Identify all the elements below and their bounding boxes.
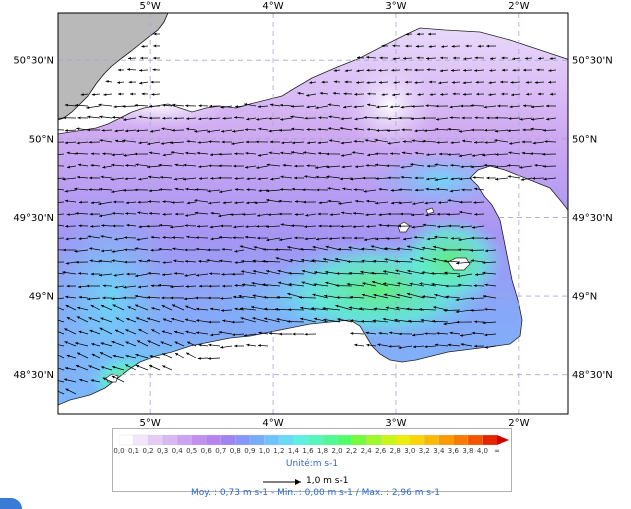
colorbar-tick-label: ∞ xyxy=(494,447,500,455)
colorbar-swatch xyxy=(133,434,149,446)
colorbar-swatch xyxy=(409,434,425,446)
colorbar-tick-label: 1,2 xyxy=(273,447,285,455)
latitude-label: 50°N xyxy=(572,134,597,145)
colorbar-tick-label: 0,6 xyxy=(200,447,212,455)
current-vector-head xyxy=(51,177,54,180)
colorbar-swatch xyxy=(278,434,295,446)
colorbar-tick-label: 2,8 xyxy=(389,447,401,455)
current-vector-head xyxy=(53,389,56,392)
longitude-labels-top: 5°W 4°W 3°W 2°W xyxy=(140,1,530,12)
colorbar-tick-label: 0,4 xyxy=(171,447,183,455)
latitude-label: 50°30'N xyxy=(13,56,54,67)
colorbar-swatch xyxy=(336,434,353,446)
current-map: 5°W 4°W 3°W 2°W 5°W 4°W 3°W 2°W 50°30'N 50°N 49°… xyxy=(13,1,613,429)
colorbar-tick-label: 2,4 xyxy=(360,447,372,455)
colorbar-tick-label: 2,6 xyxy=(375,447,387,455)
colorbar-tick-label: 0,2 xyxy=(142,447,154,455)
colorbar-tick-label: 3,2 xyxy=(418,447,430,455)
colorbar-tick-label: 0,1 xyxy=(127,447,140,455)
current-vector-head xyxy=(54,128,57,131)
colorbar-tick-label: 1,8 xyxy=(316,447,329,455)
colorbar-swatch xyxy=(453,434,469,446)
latitude-label: 49°N xyxy=(572,292,597,303)
current-vector-head xyxy=(52,329,55,332)
colorbar-tick-label: 1,0 xyxy=(258,447,270,455)
colorbar-tick-label: 0,7 xyxy=(215,447,227,455)
colorbar-swatch xyxy=(220,434,236,446)
current-vector-head xyxy=(51,117,54,120)
legend-panel: 0,0 0,1 0,2 0,3 0,4 0,5 0,6 0,7 0,8 0,9 1,0 1,2 1,4 1… xyxy=(112,428,512,492)
colorbar-tick-label: 0,8 xyxy=(229,447,241,455)
colorbar-tick-label: 3,6 xyxy=(447,447,459,455)
latitude-label: 49°30'N xyxy=(572,213,613,224)
colorbar-tick-label: 0,5 xyxy=(186,447,198,455)
longitude-label: 5°W xyxy=(140,1,161,12)
colorbar-tick-label: 3,0 xyxy=(404,447,416,455)
colorbar-swatch xyxy=(424,434,440,446)
current-vector-head xyxy=(50,248,53,251)
colorbar-swatch xyxy=(264,434,280,446)
colorbar-tick-label: 0,9 xyxy=(244,447,256,455)
statistics-line: Moy. : 0,73 m s-1 - Min. : 0,00 m s-1 / … xyxy=(190,488,441,498)
colorbar-swatch xyxy=(249,434,266,446)
colorbar-swatch xyxy=(177,434,193,446)
colorbar-tick-labels: 0,0 0,1 0,2 0,3 0,4 0,5 0,6 0,7 0,8 0,9 1,0 1,2 1,4 1… xyxy=(113,447,513,459)
latitude-label: 48°30'N xyxy=(572,370,613,381)
colorbar-overflow-arrow xyxy=(497,435,509,445)
latitude-label: 50°30'N xyxy=(572,56,613,67)
colorbar-swatch xyxy=(482,434,498,446)
colorbar-swatch xyxy=(293,434,309,446)
colorbar-swatch xyxy=(235,434,251,446)
speed-field-pale xyxy=(345,60,435,150)
latitude-label: 49°N xyxy=(29,292,54,303)
colorbar-swatch xyxy=(147,434,164,446)
latitude-label: 49°30'N xyxy=(13,213,54,224)
current-vector-head xyxy=(55,354,58,357)
colorbar-tick-label: 4,0 xyxy=(476,447,489,455)
current-vector-head xyxy=(52,154,55,157)
colorbar-tick-label: 3,8 xyxy=(462,447,474,455)
map-frame-content xyxy=(50,13,568,414)
colorbar-swatch xyxy=(467,434,484,446)
colorbar-swatch xyxy=(307,434,324,446)
latitude-labels-right: 50°30'N 50°N 49°30'N 49°N 48°30'N xyxy=(572,56,613,382)
current-vector-head xyxy=(55,366,58,369)
corner-tab xyxy=(0,498,22,509)
current-vector-head xyxy=(51,261,54,264)
latitude-labels-left: 50°30'N 50°N 49°30'N 49°N 48°30'N xyxy=(13,56,54,382)
current-vector-head xyxy=(54,201,57,204)
colorbar-swatch xyxy=(191,434,207,446)
latitude-label: 50°N xyxy=(29,134,54,145)
colorbar-tick-label: 0,3 xyxy=(157,447,169,455)
longitude-label: 3°W xyxy=(385,1,406,12)
current-vector-head xyxy=(51,164,54,167)
colorbar-tick-label: 1,6 xyxy=(302,447,314,455)
colorbar-tick-label: 3,4 xyxy=(433,447,445,455)
unit-label: Unité:m s-1 xyxy=(285,459,339,469)
colorbar-tick-label: 1,4 xyxy=(287,447,300,455)
colorbar-swatch xyxy=(351,434,367,446)
speed-colorbar xyxy=(119,434,509,446)
colorbar-swatch xyxy=(395,434,411,446)
current-vector-head xyxy=(54,237,57,240)
longitude-label: 2°W xyxy=(508,1,529,12)
current-vector-head xyxy=(53,187,56,190)
current-vector-head xyxy=(52,271,55,274)
latitude-label: 48°30'N xyxy=(13,370,54,381)
colorbar-tick-label: 2,2 xyxy=(346,447,358,455)
reference-arrow-label: 1,0 m s-1 xyxy=(306,476,349,486)
colorbar-swatch xyxy=(366,434,382,446)
longitude-label: 4°W xyxy=(262,1,283,12)
colorbar-swatch xyxy=(119,434,135,446)
colorbar-swatch xyxy=(380,434,396,446)
colorbar-swatch xyxy=(162,434,178,446)
colorbar-swatch xyxy=(438,434,455,446)
colorbar-swatch xyxy=(322,434,338,446)
colorbar-swatch xyxy=(206,434,222,446)
colorbar-tick-label: 2,0 xyxy=(331,447,343,455)
current-vector-head xyxy=(54,285,57,288)
colorbar-tick-label: 0,0 xyxy=(113,447,125,455)
